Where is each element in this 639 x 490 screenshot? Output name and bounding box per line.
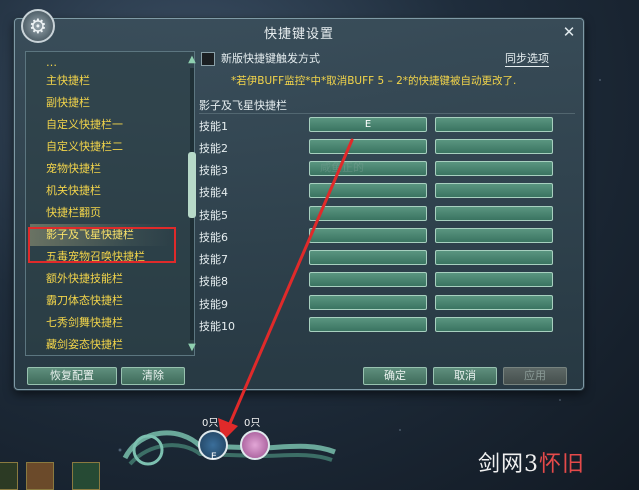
list-item[interactable]: 副快捷栏	[30, 92, 170, 114]
divider	[199, 113, 575, 114]
skill-label: 技能5	[199, 209, 228, 222]
skill-label: 技能9	[199, 298, 228, 311]
primary-key-field[interactable]	[309, 206, 427, 221]
secondary-key-field[interactable]	[435, 161, 553, 176]
apply-button[interactable]: 应用	[503, 367, 567, 385]
window-title: 快捷键设置	[263, 26, 334, 42]
secondary-key-field[interactable]	[435, 317, 553, 332]
primary-key-field[interactable]	[309, 295, 427, 310]
list-item[interactable]: 主快捷栏	[30, 70, 170, 92]
logo-tail: 怀旧	[539, 452, 586, 477]
secondary-key-field[interactable]	[435, 117, 553, 132]
primary-key-field[interactable]	[309, 317, 427, 332]
action-icon[interactable]	[26, 462, 54, 490]
secondary-key-field[interactable]	[435, 272, 553, 287]
restore-button[interactable]: 恢复配置	[27, 367, 117, 385]
primary-key-field[interactable]	[309, 183, 427, 198]
section-title: 影子及飞星快捷栏	[199, 99, 287, 112]
list-item[interactable]: 七秀剑舞快捷栏	[30, 312, 170, 334]
close-icon[interactable]: ✕	[561, 24, 577, 40]
primary-key-field[interactable]	[309, 228, 427, 243]
secondary-key-field[interactable]	[435, 250, 553, 265]
flying-star-skill-slot[interactable]	[240, 430, 270, 460]
sync-options-link[interactable]: 同步选项	[505, 50, 549, 67]
scroll-down-icon[interactable]: ▼	[184, 342, 200, 354]
scrollbar-thumb[interactable]	[188, 152, 196, 218]
secondary-key-field[interactable]	[435, 206, 553, 221]
skill-label: 技能6	[199, 231, 228, 244]
category-list-panel: … 主快捷栏 副快捷栏 自定义快捷栏一 自定义快捷栏二 宠物快捷栏 机关快捷栏 …	[25, 51, 196, 356]
list-item-partial: …	[46, 60, 57, 69]
list-item[interactable]: 额外快捷技能栏	[30, 268, 170, 290]
action-icon[interactable]	[72, 462, 100, 490]
list-item[interactable]: 机关快捷栏	[30, 180, 170, 202]
scroll-up-icon[interactable]: ▲	[184, 54, 200, 66]
skill-label: 技能7	[199, 253, 228, 266]
list-item[interactable]: 自定义快捷栏二	[30, 136, 170, 158]
list-item[interactable]: 宠物快捷栏	[30, 158, 170, 180]
slot-count: 0只	[244, 418, 261, 429]
slot-key-label: E	[211, 452, 217, 462]
game-logo: 剑网3怀旧	[478, 446, 585, 478]
highlight-box	[28, 227, 176, 263]
action-bar-corner	[0, 460, 110, 490]
secondary-key-field[interactable]	[435, 183, 553, 198]
skill-label: 技能4	[199, 186, 228, 199]
skill-label: 技能10	[199, 320, 235, 333]
slot-count: 0只	[202, 418, 219, 429]
new-trigger-label: 新版快捷键触发方式	[221, 52, 320, 65]
secondary-key-field[interactable]	[435, 295, 553, 310]
primary-key-field[interactable]	[309, 272, 427, 287]
primary-key-field[interactable]	[309, 139, 427, 154]
secondary-key-field[interactable]	[435, 139, 553, 154]
titlebar: 快捷键设置 ✕	[15, 19, 583, 45]
category-list: … 主快捷栏 副快捷栏 自定义快捷栏一 自定义快捷栏二 宠物快捷栏 机关快捷栏 …	[30, 60, 170, 356]
watermark: 咸鱼正的	[320, 161, 364, 174]
hud-ornament	[122, 430, 336, 466]
list-item[interactable]: 快捷栏翻页	[30, 202, 170, 224]
list-item[interactable]: 藏剑姿态快捷栏	[30, 334, 170, 356]
list-item[interactable]: 霸刀体态快捷栏	[30, 290, 170, 312]
new-trigger-checkbox[interactable]	[201, 52, 215, 66]
hotkey-settings-window: ⚙ 快捷键设置 ✕ … 主快捷栏 副快捷栏 自定义快捷栏一 自定义快捷栏二 宠物…	[14, 9, 584, 390]
skill-label: 技能8	[199, 275, 228, 288]
skill-label: 技能3	[199, 164, 228, 177]
primary-key-field[interactable]	[309, 250, 427, 265]
clear-button[interactable]: 清除	[121, 367, 185, 385]
notice-text: *若伊BUFF监控*中*取消BUFF 5 – 2*的快捷键被自动更改了.	[231, 75, 517, 87]
skill-label: 技能2	[199, 142, 228, 155]
skill-label: 技能1	[199, 120, 228, 133]
list-item[interactable]: 自定义快捷栏一	[30, 114, 170, 136]
primary-key-field[interactable]: E	[309, 117, 427, 132]
cancel-button[interactable]: 取消	[433, 367, 497, 385]
logo-main: 剑网3	[478, 452, 539, 477]
action-icon[interactable]	[0, 462, 18, 490]
secondary-key-field[interactable]	[435, 228, 553, 243]
ok-button[interactable]: 确定	[363, 367, 427, 385]
